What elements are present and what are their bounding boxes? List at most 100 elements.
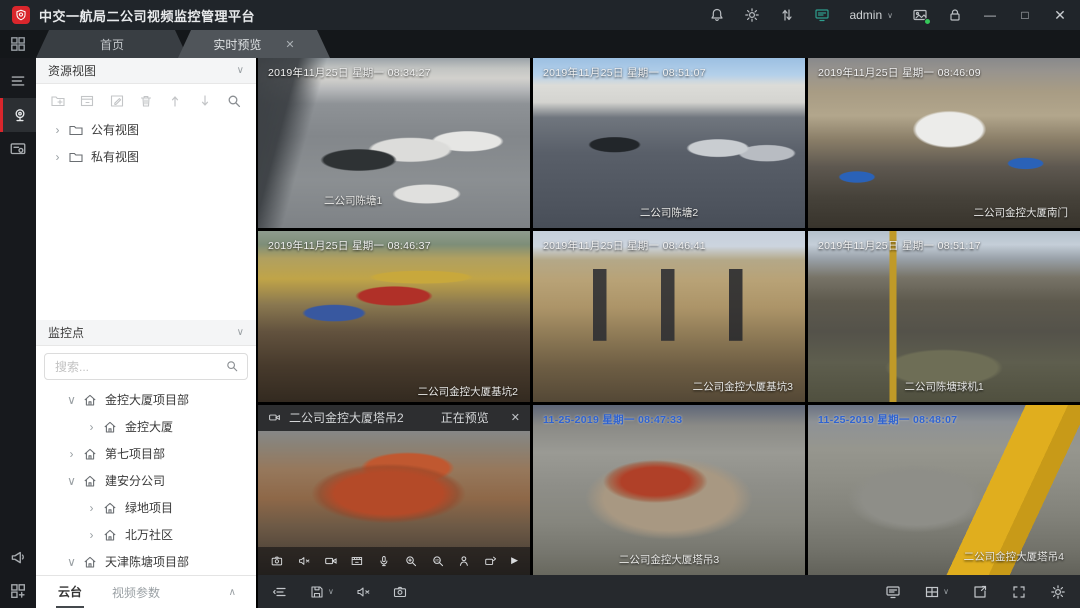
sort-arrows-icon[interactable] xyxy=(779,7,795,23)
chevron-up-icon[interactable]: ∧ xyxy=(229,587,236,598)
tab-home[interactable]: 首页 xyxy=(36,30,188,58)
move-up-icon[interactable] xyxy=(167,93,183,109)
video-cell-4[interactable]: 2019年11月25日 星期一 08:46:37 二公司金控大厦基坑2 xyxy=(258,231,530,401)
fullscreen-icon[interactable] xyxy=(1011,584,1027,600)
chevron-down-icon[interactable]: ∨ xyxy=(237,327,244,338)
tab-home-label: 首页 xyxy=(100,36,124,53)
edit-icon[interactable] xyxy=(109,93,125,109)
close-window-button[interactable]: ✕ xyxy=(1052,0,1068,30)
record-icon[interactable] xyxy=(324,554,338,568)
video-cell-7-selected[interactable]: 二公司金控大厦塔吊2 正在预览 ✕ ▶ xyxy=(258,405,530,575)
camera-caption: 二公司金控大厦塔吊3 xyxy=(619,552,719,567)
tab-ptz[interactable]: 云台 xyxy=(56,576,84,608)
bottom-toolbar-right: ∨ xyxy=(885,584,1066,600)
chevron-down-icon: ∨ xyxy=(943,587,949,596)
chevron-icon[interactable]: ∨ xyxy=(64,555,79,569)
search-input[interactable] xyxy=(44,353,248,380)
maximize-button[interactable]: □ xyxy=(1017,0,1033,30)
chevron-icon[interactable]: › xyxy=(64,447,79,461)
chevron-icon[interactable]: ∨ xyxy=(64,474,79,488)
camera-icon xyxy=(268,411,281,424)
move-down-icon[interactable] xyxy=(197,93,213,109)
snapshot-icon[interactable] xyxy=(270,554,284,568)
search-icon[interactable] xyxy=(225,359,239,373)
bell-icon[interactable] xyxy=(709,7,725,23)
tree-item-site[interactable]: › 第七项目部 xyxy=(36,440,256,467)
tree-item-site[interactable]: ∨ 建安分公司 xyxy=(36,467,256,494)
zoom-in-icon[interactable] xyxy=(404,554,418,568)
tree-item-label: 私有视图 xyxy=(91,148,139,165)
rail-live-view-button[interactable] xyxy=(0,98,36,132)
tab-live-preview[interactable]: 实时预览 ✕ xyxy=(178,30,330,58)
close-icon[interactable]: ✕ xyxy=(511,411,520,424)
chevron-icon[interactable]: › xyxy=(84,528,99,542)
settings-gear-icon[interactable] xyxy=(744,7,760,23)
layout-select-button[interactable]: ∨ xyxy=(924,584,949,600)
pop-out-icon[interactable] xyxy=(972,584,988,600)
search-icon[interactable] xyxy=(226,93,242,109)
video-cell-2[interactable]: 2019年11月25日 星期一 08:51:07 二公司陈塘2 xyxy=(533,58,805,228)
chevron-icon[interactable]: › xyxy=(84,501,99,515)
snapshot-all-icon[interactable] xyxy=(392,584,408,600)
stream-select-icon[interactable] xyxy=(272,584,288,600)
video-cell-6[interactable]: 2019年11月25日 星期一 08:51:17 二公司陈塘球机1 xyxy=(808,231,1080,401)
camera-caption: 二公司陈塘球机1 xyxy=(904,379,983,394)
instant-playback-icon[interactable] xyxy=(350,554,364,568)
tab-video-params[interactable]: 视频参数 xyxy=(112,584,160,601)
chevron-right-icon[interactable]: › xyxy=(50,123,65,137)
rail-layout-button[interactable] xyxy=(0,574,36,608)
chevron-icon[interactable]: › xyxy=(84,420,99,434)
zoom-3d-icon[interactable] xyxy=(431,554,445,568)
admin-menu[interactable]: admin ∨ xyxy=(849,8,893,22)
video-cell-9[interactable]: 11-25-2019 星期一 08:48:07 二公司金控大厦塔吊4 xyxy=(808,405,1080,575)
camera-title: 二公司金控大厦塔吊2 xyxy=(289,409,404,426)
save-view-button[interactable]: ∨ xyxy=(309,584,334,600)
admin-label: admin xyxy=(849,8,882,22)
more-tools-icon[interactable]: ▶ xyxy=(511,555,518,566)
apps-grid-button[interactable] xyxy=(0,30,36,58)
rail-spacer xyxy=(0,166,36,540)
chevron-right-icon[interactable]: › xyxy=(50,150,65,164)
video-cell-1[interactable]: 2019年11月25日 星期一 08:34:27 二公司陈塘1 xyxy=(258,58,530,228)
tv-wall-icon[interactable] xyxy=(885,584,901,600)
rail-playback-button[interactable] xyxy=(0,132,36,166)
capture-plan-icon[interactable] xyxy=(484,554,498,568)
lock-icon[interactable] xyxy=(947,7,963,23)
settings-gear-icon[interactable] xyxy=(1050,584,1066,600)
camera-caption: 二公司陈塘2 xyxy=(640,205,698,220)
mute-all-icon[interactable] xyxy=(355,584,371,600)
resource-panel-header[interactable]: 资源视图 ∨ xyxy=(36,58,256,84)
add-folder-icon[interactable] xyxy=(50,93,66,109)
video-frame xyxy=(533,405,805,575)
talk-mic-icon[interactable] xyxy=(377,554,391,568)
tree-item-site[interactable]: › 北万社区 xyxy=(36,521,256,548)
tree-item-site[interactable]: ∨ 天津陈塘项目部 xyxy=(36,548,256,575)
mute-icon[interactable] xyxy=(297,554,311,568)
delete-icon[interactable] xyxy=(138,93,154,109)
chevron-icon[interactable]: ∨ xyxy=(64,393,79,407)
video-cell-5[interactable]: 2019年11月25日 星期一 08:46:41 二公司金控大厦基坑3 xyxy=(533,231,805,401)
minimize-button[interactable]: — xyxy=(982,0,998,30)
video-timestamp: 2019年11月25日 星期一 08:34:27 xyxy=(268,65,431,80)
tab-close-icon[interactable]: ✕ xyxy=(285,38,294,51)
video-cell-3[interactable]: 2019年11月25日 星期一 08:46:09 二公司金控大厦南门 xyxy=(808,58,1080,228)
tree-item-site[interactable]: › 绿地项目 xyxy=(36,494,256,521)
ptz-control-icon[interactable] xyxy=(457,554,471,568)
monitor-panel-header[interactable]: 监控点 ∨ xyxy=(36,320,256,346)
tree-item-site[interactable]: ∨ 金控大厦项目部 xyxy=(36,386,256,413)
tree-item-private-views[interactable]: › 私有视图 xyxy=(36,143,256,170)
rail-menu-button[interactable] xyxy=(0,64,36,98)
tree-item-label: 北万社区 xyxy=(125,526,173,543)
panel-gap xyxy=(36,170,256,320)
tree-item-site[interactable]: › 金控大厦 xyxy=(36,413,256,440)
rail-broadcast-button[interactable] xyxy=(0,540,36,574)
tree-item-public-views[interactable]: › 公有视图 xyxy=(36,116,256,143)
tree-item-label: 金控大厦 xyxy=(125,418,173,435)
app-title: 中交一航局二公司视频监控管理平台 xyxy=(39,6,255,25)
video-cell-8[interactable]: 11-25-2019 星期一 08:47:33 二公司金控大厦塔吊3 xyxy=(533,405,805,575)
screenshot-button[interactable] xyxy=(912,7,928,23)
chevron-down-icon[interactable]: ∨ xyxy=(237,65,244,76)
screen-status-icon[interactable] xyxy=(814,7,830,23)
add-view-icon[interactable] xyxy=(79,93,95,109)
video-frame xyxy=(533,231,805,401)
